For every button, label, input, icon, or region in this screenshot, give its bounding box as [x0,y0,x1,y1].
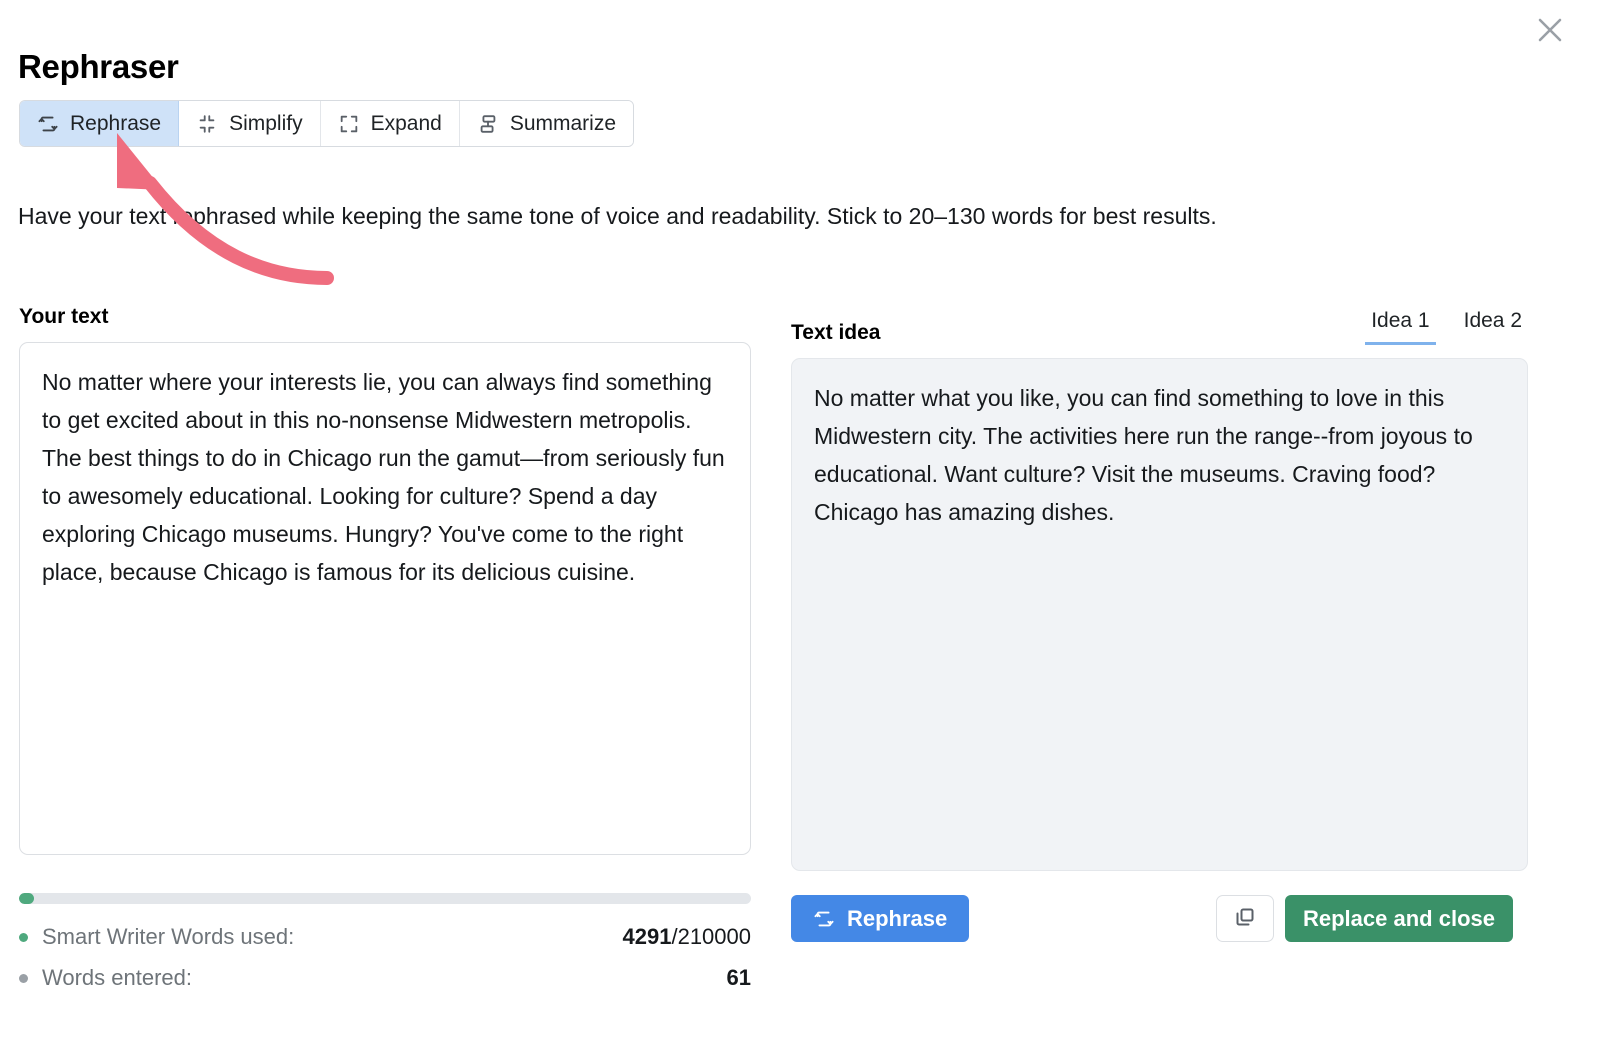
rephrase-button-label: Rephrase [847,905,948,931]
text-idea-label: Text idea [791,321,881,344]
usage-progress-fill [19,893,34,904]
replace-and-close-button[interactable]: Replace and close [1285,895,1513,942]
your-text-input[interactable]: No matter where your interests lie, you … [19,342,751,855]
close-icon[interactable] [1528,8,1572,52]
stat-smart-writer-words-used: Smart Writer Words used: 4291/210000 [19,924,751,950]
words-used-label: Smart Writer Words used: [42,924,295,949]
tab-idea-1[interactable]: Idea 1 [1365,308,1436,345]
words-used-total: 210000 [677,924,751,949]
tab-simplify-label: Simplify [229,111,303,135]
tab-summarize-label: Summarize [509,111,617,135]
tab-simplify[interactable]: Simplify [179,101,321,146]
words-used-value: 4291/210000 [623,924,752,950]
summarize-icon [477,113,499,135]
idea-tab-group[interactable]: Idea 1 Idea 2 [1365,308,1528,345]
text-idea-output[interactable]: No matter what you like, you can find so… [791,358,1528,871]
words-entered-value: 61 [727,965,751,991]
usage-progress-bar [19,893,751,904]
status-dot-gray [19,973,28,983]
rephrase-button[interactable]: Rephrase [791,895,970,942]
tab-summarize[interactable]: Summarize [459,101,634,146]
copy-button[interactable] [1216,895,1274,942]
words-entered-label: Words entered: [42,965,193,990]
tab-expand-label: Expand [370,111,442,135]
your-text-label: Your text [19,305,109,328]
expand-icon [338,113,360,135]
text-idea-panel: Text idea Idea 1 Idea 2 No matter what y… [791,305,1528,871]
repeat-icon [37,113,59,135]
stat-words-entered: Words entered: 61 [19,965,751,991]
tab-expand[interactable]: Expand [320,101,460,146]
text-idea-header: Text idea Idea 1 Idea 2 [791,305,1528,345]
tab-idea-2[interactable]: Idea 2 [1458,308,1528,345]
tab-rephrase-label: Rephrase [70,111,162,135]
mode-tab-group[interactable]: Rephrase Simplify Expand Summarize [19,100,635,147]
status-dot-green [19,932,28,942]
description-text: Have your text rephrased while keeping t… [18,203,1217,229]
words-entered-count: 61 [726,965,751,990]
your-text-panel: Your text No matter where your interests… [19,305,751,855]
copy-icon [1233,905,1257,932]
tab-rephrase[interactable]: Rephrase [20,101,180,146]
page-title: Rephraser [18,48,179,86]
collapse-icon [196,113,218,135]
repeat-icon [813,908,835,930]
words-used-count: 4291 [622,924,672,949]
